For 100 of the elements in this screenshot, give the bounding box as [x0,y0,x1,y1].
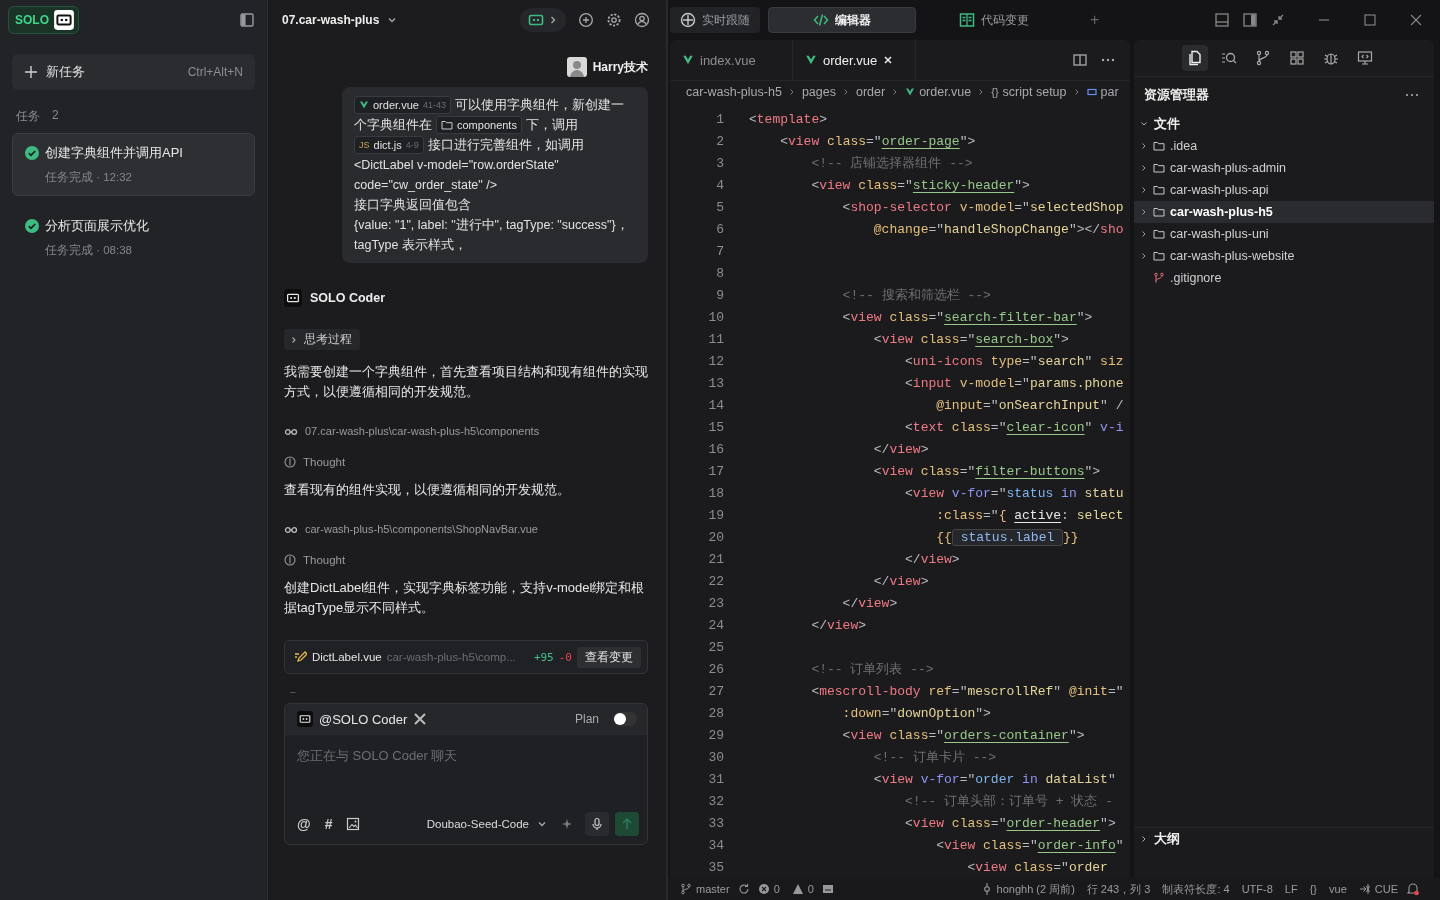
agent-switch-button[interactable] [520,8,566,32]
folder-icon [1153,140,1165,152]
blame-status[interactable]: honghh (2 周前) [980,881,1075,897]
line-number: 33 [707,815,724,831]
notification-bell-icon[interactable] [1406,882,1420,896]
breadcrumb-item[interactable]: order [855,85,886,99]
panel-bottom-icon[interactable] [1214,12,1230,28]
caret-icon [387,15,398,25]
file-path[interactable]: 07.car-wash-plus\car-wash-plus-h5\components [305,425,540,437]
solo-logo: SOLO [8,6,79,34]
message-input[interactable]: 您正在与 SOLO Coder 聊天 [285,734,647,804]
insert-tool-button[interactable]: @ [297,816,311,832]
close-icon[interactable] [883,55,894,65]
image-icon[interactable] [346,817,361,831]
search-icon[interactable] [1221,50,1237,66]
insert-tool-button[interactable]: # [324,816,333,832]
code-line: <text class="clear-icon" v-i [904,419,1124,435]
extensions-icon[interactable] [1289,50,1305,66]
monitor-icon[interactable] [1357,50,1373,66]
plan-toggle[interactable] [613,712,637,726]
tree-item[interactable]: car-wash-plus-h5 [1134,201,1434,223]
view-tab[interactable]: 编辑器 [768,7,916,33]
sidebar-toggle-icon[interactable] [239,12,255,28]
collapse-icon[interactable] [1270,12,1286,28]
new-chat-icon[interactable] [578,12,594,28]
robot-icon [284,289,302,307]
section-header[interactable]: 文件 [1134,113,1434,135]
folder-icon [1153,184,1165,196]
user-name: Harry技术 [592,58,648,76]
view-tab[interactable]: 实时跟随 [670,7,760,33]
files-icon[interactable] [1182,45,1208,71]
cue-status[interactable]: CUE [1358,883,1398,895]
vue-icon [682,54,694,66]
file-chip[interactable]: JS dict.js 4-9 [354,136,424,154]
bug-icon[interactable] [1323,50,1339,66]
code-line: </view> [810,617,867,633]
project-dropdown[interactable]: 07.car-wash-plus [282,13,398,27]
file-path[interactable]: car-wash-plus-h5\components\ShopNavBar.vue [305,523,538,535]
breadcrumb-item[interactable]: pages [801,85,836,99]
settings-icon[interactable] [606,12,622,28]
breadcrumb-item[interactable]: par [1086,85,1119,99]
branch-icon [1153,272,1165,284]
code-line: <view class="order-page"> [779,133,976,149]
plan-label: Plan [574,712,599,726]
vue-icon [905,87,916,97]
task-item[interactable]: 创建字典组件并调用API 任务完成 · 12:32 [12,133,255,196]
view-tab[interactable]: 代码变更 [924,7,1064,33]
tree-item[interactable]: .gitignore [1134,267,1434,289]
branch-icon[interactable] [1255,50,1271,66]
tree-item[interactable]: car-wash-plus-api [1134,179,1434,201]
line-number: 2 [715,133,724,149]
line-number: 16 [707,441,724,457]
task-item[interactable]: 分析页面展示优化 任务完成 · 08:38 [12,206,255,269]
code-icon [813,12,829,28]
terminal-icon[interactable] [821,883,834,895]
sync-icon[interactable] [737,883,750,895]
folder-chip[interactable]: components [436,116,522,134]
tree-item[interactable]: car-wash-plus-uni [1134,223,1434,245]
warnings-status[interactable]: 0 [791,883,814,895]
tree-item[interactable]: .idea [1134,135,1434,157]
code-line: :down="downOption"> [841,705,991,721]
line-number: 18 [707,485,724,501]
status-item[interactable]: {} [1309,883,1317,895]
status-item[interactable]: 制表符长度: 4 [1162,881,1230,897]
line-number: 26 [707,661,724,677]
account-icon[interactable] [634,12,650,28]
code-line: <view class="order-header"> [904,815,1116,831]
view-changes-button[interactable]: 查看变更 [577,646,641,668]
new-task-button[interactable]: 新任务 Ctrl+Alt+N [12,54,255,90]
task-status: 任务完成 · 12:32 [44,170,132,185]
breadcrumb-item[interactable]: car-wash-plus-h5 [686,85,782,99]
error-icon [757,883,770,895]
status-item[interactable]: 行 243，列 3 [1086,881,1151,897]
chevron-icon [1140,835,1148,843]
chat-composer[interactable]: @SOLO Coder Plan 您正在与 SOLO Coder 聊天 @ # Doubao-Seed-Code [284,703,648,845]
microphone-button[interactable] [585,812,609,836]
breadcrumb-item[interactable]: order.vue [905,85,972,99]
tree-item[interactable]: car-wash-plus-website [1134,245,1434,267]
line-number: 3 [715,155,724,171]
file-chip[interactable]: order.vue 41-43 [354,96,451,114]
section-header[interactable]: 大纲 [1134,827,1434,850]
code-line: <view v-for="status in statu [904,485,1124,501]
line-number: 24 [707,617,724,633]
panel-right-icon[interactable] [1242,12,1258,28]
code-line: <template> [749,111,828,127]
status-item[interactable]: UTF-8 [1241,883,1273,895]
status-item[interactable]: LF [1284,883,1298,895]
line-number: 5 [715,199,724,215]
branch-status[interactable]: master [680,883,730,895]
maximize-icon[interactable] [1362,12,1378,28]
file-name: DictLabel.vue [312,651,382,663]
errors-status[interactable]: 0 [757,883,780,895]
breadcrumb-item[interactable]: {} script setup [991,85,1067,99]
model-dropdown[interactable]: Doubao-Seed-Code [426,818,547,830]
thinking-toggle[interactable]: 思考过程 [284,329,360,350]
split-editor-icon[interactable] [1072,52,1088,68]
tree-item[interactable]: car-wash-plus-admin [1134,157,1434,179]
code-line: <view class="order-info" [935,837,1124,853]
folder-icon [1153,206,1165,218]
status-item[interactable]: vue [1329,883,1347,895]
